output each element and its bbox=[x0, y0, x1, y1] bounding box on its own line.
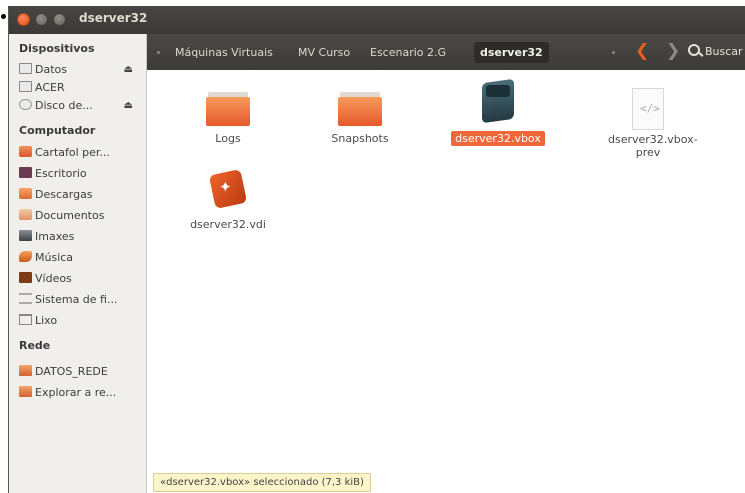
file-view: Máquinas Virtuais MV Curso Escenario 2.G… bbox=[147, 34, 745, 493]
file-item-dserver32-vbox[interactable]: dserver32.vbox bbox=[438, 78, 558, 146]
minimize-window-button[interactable] bbox=[35, 13, 48, 26]
file-item-dserver32-vdi[interactable]: ✦ dserver32.vdi bbox=[168, 168, 288, 231]
drive-icon bbox=[19, 81, 32, 92]
sidebar-item-label: Disco de... bbox=[35, 99, 93, 112]
sidebar-item-label: Escritorio bbox=[35, 167, 87, 180]
sidebar-item-label: Música bbox=[35, 251, 74, 264]
eject-icon[interactable]: ⏏ bbox=[124, 61, 133, 79]
sidebar-item-label: Datos bbox=[35, 63, 67, 76]
window-titlebar[interactable]: dserver32 bbox=[9, 6, 745, 34]
sidebar-item-acer[interactable]: ACER bbox=[19, 79, 143, 97]
folder-icon bbox=[338, 92, 382, 126]
sidebar-item-label: Descargas bbox=[35, 188, 93, 201]
list-bullet bbox=[1, 14, 6, 19]
sidebar-item-music[interactable]: Música bbox=[19, 249, 143, 267]
file-label: Logs bbox=[215, 132, 241, 145]
sidebar-item-desktop[interactable]: Escritorio bbox=[19, 165, 143, 183]
trash-icon bbox=[19, 314, 32, 325]
sidebar-item-label: Explorar a re... bbox=[35, 386, 117, 399]
breadcrumb-separator bbox=[612, 51, 615, 54]
sidebar-item-trash[interactable]: Lixo bbox=[19, 312, 143, 330]
breadcrumb-dserver32[interactable]: dserver32 bbox=[474, 42, 549, 63]
filesystem-icon bbox=[19, 293, 32, 304]
places-sidebar: Dispositivos Datos ⏏ ACER Disco de... ⏏ … bbox=[9, 34, 147, 493]
drive-icon bbox=[19, 63, 32, 74]
sidebar-item-pictures[interactable]: Imaxes bbox=[19, 228, 143, 246]
file-item-logs[interactable]: Logs bbox=[168, 92, 288, 145]
search-icon bbox=[688, 44, 700, 56]
search-button[interactable]: Buscar bbox=[688, 44, 743, 58]
status-bar: «dserver32.vbox» seleccionado (7,3 kiB) bbox=[153, 473, 371, 492]
sidebar-item-filesystem[interactable]: Sistema de fi... bbox=[19, 291, 143, 309]
sidebar-item-browse-network[interactable]: Explorar a re... bbox=[19, 384, 143, 402]
back-arrow-icon[interactable]: ❮ bbox=[635, 41, 649, 61]
network-icon bbox=[19, 365, 32, 376]
window-title: dserver32 bbox=[79, 11, 148, 25]
document-icon: </> bbox=[632, 88, 664, 130]
sidebar-item-label: ACER bbox=[35, 81, 65, 94]
disc-icon bbox=[19, 99, 32, 110]
file-label: dserver32.vbox-prev bbox=[608, 133, 698, 159]
search-label: Buscar bbox=[705, 45, 743, 58]
sidebar-heading-computer: Computador bbox=[19, 124, 96, 137]
sidebar-item-datos[interactable]: Datos ⏏ bbox=[19, 61, 143, 79]
sidebar-item-home[interactable]: Cartafol per... bbox=[19, 144, 143, 162]
music-icon bbox=[19, 251, 32, 262]
sidebar-item-label: Imaxes bbox=[35, 230, 75, 243]
virtual-disk-icon: ✦ bbox=[208, 168, 248, 210]
file-label: dserver32.vbox bbox=[451, 131, 545, 146]
desktop-icon bbox=[19, 167, 32, 178]
maximize-window-button[interactable] bbox=[53, 13, 66, 26]
documents-icon bbox=[19, 209, 32, 220]
location-toolbar: Máquinas Virtuais MV Curso Escenario 2.G… bbox=[147, 34, 745, 70]
sidebar-item-label: Documentos bbox=[35, 209, 105, 222]
sidebar-heading-devices: Dispositivos bbox=[19, 42, 95, 55]
sidebar-item-datos-rede[interactable]: DATOS_REDE bbox=[19, 363, 143, 381]
sidebar-item-documents[interactable]: Documentos bbox=[19, 207, 143, 225]
close-window-button[interactable] bbox=[17, 13, 30, 26]
sidebar-item-label: Sistema de fi... bbox=[35, 293, 118, 306]
network-icon bbox=[19, 386, 32, 397]
file-label: dserver32.vdi bbox=[190, 218, 266, 231]
breadcrumb-maquinas-virtuais[interactable]: Máquinas Virtuais bbox=[175, 44, 273, 61]
sidebar-heading-network: Rede bbox=[19, 339, 51, 352]
file-manager-window: dserver32 Dispositivos Datos ⏏ ACER Disc… bbox=[8, 6, 745, 493]
breadcrumb-separator bbox=[157, 51, 160, 54]
folder-icon bbox=[206, 92, 250, 126]
file-item-snapshots[interactable]: Snapshots bbox=[300, 92, 420, 145]
forward-arrow-icon[interactable]: ❯ bbox=[666, 41, 680, 61]
code-glyph: </> bbox=[640, 102, 660, 115]
sidebar-item-downloads[interactable]: Descargas bbox=[19, 186, 143, 204]
virtualbox-machine-icon bbox=[476, 78, 520, 124]
sidebar-item-label: Vídeos bbox=[35, 272, 72, 285]
sidebar-item-label: Lixo bbox=[35, 314, 58, 327]
breadcrumb-mv-curso[interactable]: MV Curso bbox=[298, 44, 350, 61]
home-folder-icon bbox=[19, 146, 32, 157]
sidebar-item-disco[interactable]: Disco de... ⏏ bbox=[19, 97, 143, 115]
downloads-icon bbox=[19, 188, 32, 199]
file-item-dserver32-vbox-prev[interactable]: </> dserver32.vbox-prev bbox=[588, 88, 708, 159]
sidebar-item-label: DATOS_REDE bbox=[35, 365, 108, 378]
sidebar-item-videos[interactable]: Vídeos bbox=[19, 270, 143, 288]
sidebar-item-label: Cartafol per... bbox=[35, 146, 110, 159]
vdi-glyph: ✦ bbox=[219, 178, 232, 196]
file-label: Snapshots bbox=[331, 132, 389, 145]
pictures-icon bbox=[19, 230, 32, 241]
eject-icon[interactable]: ⏏ bbox=[124, 97, 133, 115]
breadcrumb-escenario[interactable]: Escenario 2.G bbox=[370, 44, 446, 61]
videos-icon bbox=[19, 272, 32, 283]
